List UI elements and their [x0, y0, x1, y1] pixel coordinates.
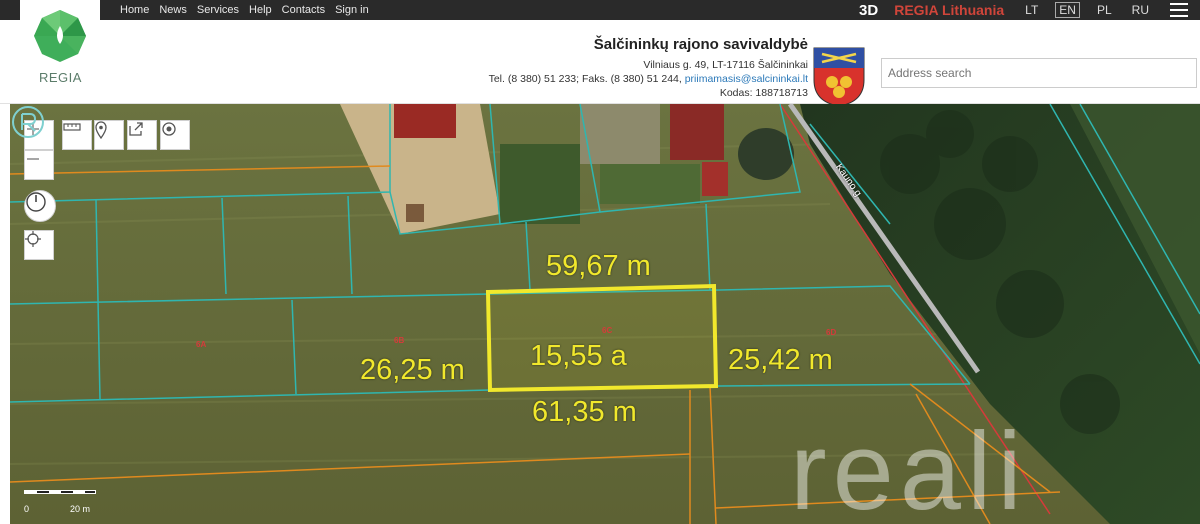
scale-start-label: 0 [24, 504, 30, 514]
locate-button[interactable] [160, 120, 190, 150]
compass-button[interactable] [24, 190, 56, 222]
measure-right: 25,42 m [728, 344, 833, 376]
top-right: 3D REGIA Lithuania LT EN PL RU [859, 0, 1188, 20]
measure-left: 26,25 m [360, 354, 465, 386]
nav-help[interactable]: Help [249, 4, 272, 16]
coat-of-arms-icon [813, 47, 865, 107]
site-title[interactable]: REGIA Lithuania [894, 2, 1004, 18]
measure-top: 59,67 m [546, 250, 651, 282]
share-button[interactable] [127, 120, 157, 150]
map-pin-icon [95, 121, 107, 139]
nav-services[interactable]: Services [197, 4, 239, 16]
municipality-phone: Tel. (8 380) 51 233; Faks. (8 380) 51 24… [488, 73, 682, 85]
municipality-address: Vilniaus g. 49, LT-17116 Šalčininkai [643, 59, 808, 71]
scale-bar: 0 20 m [24, 490, 98, 520]
3d-toggle[interactable]: 3D [859, 2, 878, 19]
crosshair-icon [25, 231, 41, 247]
address-search-input[interactable] [881, 58, 1197, 88]
scale-bar-graphic [24, 490, 96, 494]
plot-label-6b: 6B [394, 336, 405, 345]
municipality-email[interactable]: priimamasis@salcininkai.lt [685, 73, 808, 85]
logo-text: REGIA [39, 70, 82, 85]
measure-area: 15,55 a [530, 340, 627, 372]
rc-logo-icon [12, 106, 44, 138]
nav-news[interactable]: News [159, 4, 187, 16]
municipality-name: Šalčininkų rajono savivaldybė [593, 36, 808, 53]
plot-label-6c: 6C [602, 326, 613, 335]
municipality-contacts: Tel. (8 380) 51 233; Faks. (8 380) 51 24… [489, 72, 808, 86]
nav-home[interactable]: Home [120, 4, 149, 16]
municipality-code: Kodas: 188718713 [719, 87, 808, 99]
measure-bottom: 61,35 m [532, 396, 637, 428]
lang-pl[interactable]: PL [1094, 3, 1115, 17]
zoom-out-button[interactable] [24, 150, 54, 180]
lang-lt[interactable]: LT [1022, 3, 1041, 17]
plot-label-6a: 6A [196, 340, 207, 349]
map-view[interactable]: 6A 6B 6C 6D Kauno g. 59,67 m 26,25 m 15,… [10, 104, 1200, 524]
nav-contacts[interactable]: Contacts [282, 4, 325, 16]
my-location-button[interactable] [24, 230, 54, 260]
target-icon [162, 122, 176, 136]
municipality-info: Šalčininkų rajono savivaldybė Vilniaus g… [489, 36, 808, 100]
header: Šalčininkų rajono savivaldybė Vilniaus g… [0, 20, 1200, 107]
ruler-icon [63, 123, 81, 131]
menu-icon[interactable] [1170, 3, 1188, 17]
lang-ru[interactable]: RU [1129, 3, 1152, 17]
share-icon [129, 122, 143, 136]
regia-logo-icon [34, 10, 86, 62]
watermark: reali [790, 410, 1028, 524]
top-bar: Home News Services Help Contacts Sign in… [0, 0, 1200, 20]
top-nav: Home News Services Help Contacts Sign in [120, 0, 369, 20]
measure-tool-button[interactable] [62, 120, 92, 150]
plot-label-6d: 6D [826, 328, 837, 337]
place-marker-button[interactable] [94, 120, 124, 150]
minus-icon [27, 158, 39, 160]
logo-tab[interactable]: REGIA [20, 0, 100, 100]
compass-icon [26, 192, 46, 212]
lang-en[interactable]: EN [1055, 2, 1080, 18]
scale-end-label: 20 m [70, 504, 91, 514]
nav-sign-in[interactable]: Sign in [335, 4, 369, 16]
